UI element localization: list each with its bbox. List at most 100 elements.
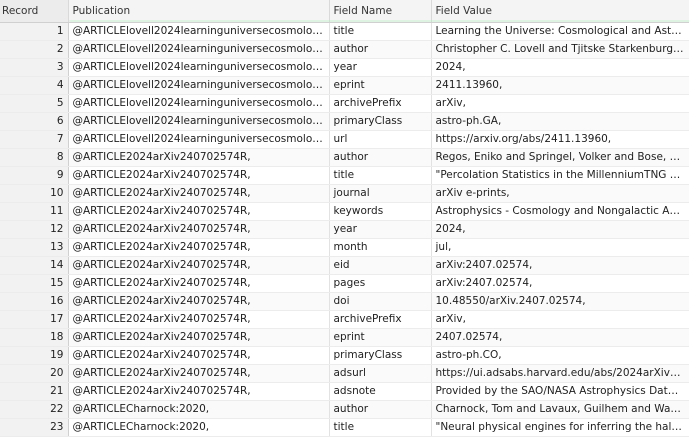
column-header-field-name[interactable]: Field Name — [329, 0, 432, 23]
cell-field-name[interactable]: keywords — [329, 202, 432, 221]
table-row[interactable]: 6 @ARTICLElovell2024learninguniversecosmo… — [0, 112, 689, 131]
table-row[interactable]: 7 @ARTICLElovell2024learninguniversecosmo… — [0, 130, 689, 149]
cell-field-name[interactable]: title — [329, 166, 432, 185]
cell-field-name[interactable]: author — [329, 400, 432, 419]
cell-field-name[interactable]: adsurl — [329, 364, 432, 383]
cell-record[interactable]: 8 — [0, 148, 69, 167]
cell-publication[interactable]: @ARTICLE2024arXiv240702574R, — [68, 202, 330, 221]
cell-publication[interactable]: @ARTICLElovell2024learninguniversecosmol… — [68, 58, 330, 77]
table-row[interactable]: 4 @ARTICLElovell2024learninguniversecosmo… — [0, 76, 689, 95]
cell-record[interactable]: 21 — [0, 382, 69, 401]
cell-field-name[interactable]: title — [329, 418, 432, 437]
column-header-publication[interactable]: Publication — [68, 0, 330, 23]
column-header-field-value[interactable]: Field Value — [431, 0, 689, 23]
cell-field-name[interactable]: pages — [329, 274, 432, 293]
cell-publication[interactable]: @ARTICLE2024arXiv240702574R, — [68, 166, 330, 185]
cell-publication[interactable]: @ARTICLE2024arXiv240702574R, — [68, 148, 330, 167]
table-row[interactable]: 15 @ARTICLE2024arXiv240702574R, pages arXiv… — [0, 274, 689, 293]
cell-record[interactable]: 18 — [0, 328, 69, 347]
cell-field-value[interactable]: 2024, — [431, 220, 689, 239]
cell-record[interactable]: 20 — [0, 364, 69, 383]
cell-field-value[interactable]: arXiv, — [431, 94, 689, 113]
cell-record[interactable]: 10 — [0, 184, 69, 203]
cell-record[interactable]: 3 — [0, 58, 69, 77]
table-row[interactable]: 13 @ARTICLE2024arXiv240702574R, month jul, — [0, 238, 689, 257]
cell-record[interactable]: 13 — [0, 238, 69, 257]
cell-field-value[interactable]: "Percolation Statistics in the Millenniu… — [431, 166, 689, 185]
cell-field-value[interactable]: jul, — [431, 238, 689, 257]
table-row[interactable]: 16 @ARTICLE2024arXiv240702574R, doi 10.4855… — [0, 292, 689, 311]
cell-publication[interactable]: @ARTICLECharnock:2020, — [68, 418, 330, 437]
cell-field-name[interactable]: year — [329, 220, 432, 239]
cell-publication[interactable]: @ARTICLE2024arXiv240702574R, — [68, 310, 330, 329]
cell-publication[interactable]: @ARTICLE2024arXiv240702574R, — [68, 220, 330, 239]
cell-field-value[interactable]: 2411.13960, — [431, 76, 689, 95]
cell-record[interactable]: 14 — [0, 256, 69, 275]
table-row[interactable]: 11 @ARTICLE2024arXiv240702574R, keywords As… — [0, 202, 689, 221]
table-row[interactable]: 23 @ARTICLECharnock:2020, title "Neural phy… — [0, 418, 689, 437]
column-header-record[interactable]: Record — [0, 0, 69, 23]
cell-record[interactable]: 22 — [0, 400, 69, 419]
cell-record[interactable]: 12 — [0, 220, 69, 239]
cell-publication[interactable]: @ARTICLECharnock:2020, — [68, 400, 330, 419]
cell-publication[interactable]: @ARTICLElovell2024learninguniversecosmol… — [68, 130, 330, 149]
cell-field-value[interactable]: arXiv:2407.02574, — [431, 274, 689, 293]
cell-publication[interactable]: @ARTICLE2024arXiv240702574R, — [68, 238, 330, 257]
cell-publication[interactable]: @ARTICLE2024arXiv240702574R, — [68, 364, 330, 383]
table-row[interactable]: 5 @ARTICLElovell2024learninguniversecosmo… — [0, 94, 689, 113]
table-row[interactable]: 8 @ARTICLE2024arXiv240702574R, author Regos… — [0, 148, 689, 167]
table-row[interactable]: 20 @ARTICLE2024arXiv240702574R, adsurl http… — [0, 364, 689, 383]
table-row[interactable]: 17 @ARTICLE2024arXiv240702574R, archivePre… — [0, 310, 689, 329]
cell-record[interactable]: 23 — [0, 418, 69, 437]
cell-field-value[interactable]: "Neural physical engines for inferring t… — [431, 418, 689, 437]
cell-publication[interactable]: @ARTICLE2024arXiv240702574R, — [68, 256, 330, 275]
cell-field-name[interactable]: primaryClass — [329, 346, 432, 365]
cell-field-name[interactable]: author — [329, 40, 432, 59]
cell-field-name[interactable]: month — [329, 238, 432, 257]
cell-field-name[interactable]: archivePrefix — [329, 310, 432, 329]
cell-record[interactable]: 15 — [0, 274, 69, 293]
cell-publication[interactable]: @ARTICLE2024arXiv240702574R, — [68, 346, 330, 365]
cell-publication[interactable]: @ARTICLElovell2024learninguniversecosmol… — [68, 112, 330, 131]
cell-field-value[interactable]: https://ui.adsabs.harvard.edu/abs/2024ar… — [431, 364, 689, 383]
cell-record[interactable]: 11 — [0, 202, 69, 221]
cell-field-name[interactable]: author — [329, 148, 432, 167]
cell-publication[interactable]: @ARTICLElovell2024learninguniversecosmol… — [68, 22, 330, 41]
table-row[interactable]: 14 @ARTICLE2024arXiv240702574R, eid arXiv:2… — [0, 256, 689, 275]
cell-field-value[interactable]: 2407.02574, — [431, 328, 689, 347]
table-row[interactable]: 9 @ARTICLE2024arXiv240702574R, title "Perco… — [0, 166, 689, 185]
cell-field-value[interactable]: https://arxiv.org/abs/2411.13960, — [431, 130, 689, 149]
table-row[interactable]: 22 @ARTICLECharnock:2020, author Charnock, … — [0, 400, 689, 419]
cell-publication[interactable]: @ARTICLE2024arXiv240702574R, — [68, 184, 330, 203]
cell-field-value[interactable]: Learning the Universe: Cosmological and … — [431, 22, 689, 41]
cell-publication[interactable]: @ARTICLE2024arXiv240702574R, — [68, 382, 330, 401]
cell-publication[interactable]: @ARTICLE2024arXiv240702574R, — [68, 328, 330, 347]
cell-field-name[interactable]: primaryClass — [329, 112, 432, 131]
cell-field-name[interactable]: eprint — [329, 76, 432, 95]
cell-record[interactable]: 9 — [0, 166, 69, 185]
table-row[interactable]: 10 @ARTICLE2024arXiv240702574R, journal arX… — [0, 184, 689, 203]
cell-record[interactable]: 5 — [0, 94, 69, 113]
cell-field-value[interactable]: Christopher C. Lovell and Tjitske Starke… — [431, 40, 689, 59]
cell-record[interactable]: 7 — [0, 130, 69, 149]
cell-field-name[interactable]: archivePrefix — [329, 94, 432, 113]
cell-record[interactable]: 6 — [0, 112, 69, 131]
cell-field-value[interactable]: Charnock, Tom and Lavaux, Guilhem and Wa… — [431, 400, 689, 419]
cell-record[interactable]: 19 — [0, 346, 69, 365]
cell-field-name[interactable]: eid — [329, 256, 432, 275]
cell-field-value[interactable]: 2024, — [431, 58, 689, 77]
table-row[interactable]: 2 @ARTICLElovell2024learninguniversecosmo… — [0, 40, 689, 59]
cell-publication[interactable]: @ARTICLElovell2024learninguniversecosmol… — [68, 94, 330, 113]
cell-field-name[interactable]: doi — [329, 292, 432, 311]
cell-field-name[interactable]: journal — [329, 184, 432, 203]
table-row[interactable]: 19 @ARTICLE2024arXiv240702574R, primaryCla… — [0, 346, 689, 365]
cell-field-value[interactable]: astro-ph.GA, — [431, 112, 689, 131]
cell-field-value[interactable]: 10.48550/arXiv.2407.02574, — [431, 292, 689, 311]
cell-record[interactable]: 16 — [0, 292, 69, 311]
table-row[interactable]: 1 @ARTICLElovell2024learninguniversecosmo… — [0, 22, 689, 41]
table-row[interactable]: 18 @ARTICLE2024arXiv240702574R, eprint 2407… — [0, 328, 689, 347]
table-row[interactable]: 21 @ARTICLE2024arXiv240702574R, adsnote Pro… — [0, 382, 689, 401]
cell-publication[interactable]: @ARTICLE2024arXiv240702574R, — [68, 292, 330, 311]
cell-record[interactable]: 2 — [0, 40, 69, 59]
cell-record[interactable]: 17 — [0, 310, 69, 329]
